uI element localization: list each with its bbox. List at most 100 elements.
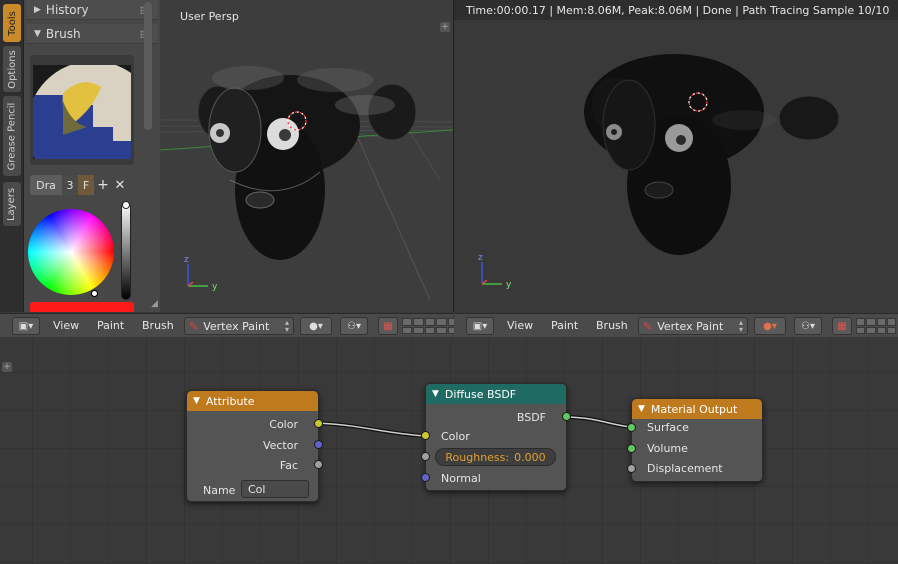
plus-icon[interactable]: +: [94, 175, 112, 195]
value-slider[interactable]: [121, 202, 131, 300]
menu-paint[interactable]: Paint: [551, 319, 578, 332]
svg-text:y: y: [506, 280, 512, 290]
attribute-name-field[interactable]: Col: [241, 480, 309, 498]
tab-tools[interactable]: Tools: [3, 4, 21, 42]
color-wheel-cursor[interactable]: [91, 290, 98, 297]
brush-label: Brush: [45, 26, 81, 41]
socket-vector-output[interactable]: [314, 440, 323, 449]
menu-brush[interactable]: Brush: [142, 319, 174, 332]
viewport-header-left: ▣▾ View Paint Brush ✎ Vertex Paint ▴ ▾ ●▾…: [0, 313, 458, 337]
pivot-icon: ⚇▾: [347, 320, 361, 332]
socket-displacement-input[interactable]: [627, 464, 636, 473]
menu-view[interactable]: View: [53, 319, 79, 332]
cube-icon: ▣▾: [472, 320, 488, 332]
diffuse-node-header[interactable]: ▼ Diffuse BSDF: [426, 384, 566, 404]
svg-text:z: z: [184, 255, 189, 265]
viewport-header-right: ▣▾ View Paint Brush ✎ Vertex Paint ▴ ▾ ●▾…: [454, 313, 898, 337]
viewport-3d-rendered[interactable]: z y Time:00:00.17 | Mem:8.06M, Peak:8.06…: [454, 0, 898, 312]
brush-users-count[interactable]: 3: [62, 175, 78, 195]
brush-panel-header[interactable]: ▼ Brush: [26, 24, 158, 44]
collapse-arrow-icon[interactable]: ▼: [638, 404, 645, 414]
input-color-label: Color: [441, 430, 470, 443]
socket-surface-input[interactable]: [627, 423, 636, 432]
tab-grease-pencil[interactable]: Grease Pencil: [3, 96, 21, 176]
output-node-title: Material Output: [650, 402, 738, 416]
area-split-icon[interactable]: +: [440, 22, 450, 32]
value-slider-knob[interactable]: [122, 201, 130, 209]
svg-text:z: z: [478, 253, 483, 263]
tool-panel: ▶ History ▼ Brush Dra 3 F + ✕ ◢: [24, 0, 160, 312]
history-label: History: [45, 2, 89, 17]
menu-view[interactable]: View: [507, 319, 533, 332]
checker-icon: ▦: [383, 320, 393, 332]
link-color[interactable]: [317, 422, 426, 437]
render-scene: z y: [478, 54, 840, 290]
mode-dropdown[interactable]: ✎ Vertex Paint ▴ ▾: [638, 317, 748, 335]
sphere-icon: ●▾: [309, 320, 323, 332]
x-icon[interactable]: ✕: [112, 175, 128, 195]
editor-type-button[interactable]: ▣▾: [12, 317, 40, 335]
collapse-arrow-icon[interactable]: ▼: [193, 396, 200, 406]
socket-fac-output[interactable]: [314, 460, 323, 469]
dropdown-arrows-icon: ▴ ▾: [284, 318, 289, 334]
history-panel-header[interactable]: ▶ History: [26, 0, 158, 20]
output-bsdf-label: BSDF: [516, 411, 546, 424]
name-label: Name: [203, 484, 236, 497]
rendered-sphere-icon: ●▾: [763, 320, 777, 332]
diffuse-node-title: Diffuse BSDF: [444, 387, 517, 401]
output-node-header[interactable]: ▼ Material Output: [632, 399, 762, 419]
viewport-shading-button[interactable]: ●▾: [754, 317, 786, 335]
tab-layers[interactable]: Layers: [3, 182, 21, 226]
menu-brush[interactable]: Brush: [596, 319, 628, 332]
attribute-node-title: Attribute: [205, 394, 255, 408]
menu-paint[interactable]: Paint: [97, 319, 124, 332]
axis-gizmo-icon: z y: [478, 253, 512, 290]
socket-normal-input[interactable]: [421, 473, 430, 482]
viewport-shading-button[interactable]: ●▾: [300, 317, 332, 335]
pivot-point-button[interactable]: ⚇▾: [340, 317, 368, 335]
mask-toggle-button[interactable]: ▦: [378, 317, 398, 335]
panel-resize-handle-icon[interactable]: ◢: [151, 299, 159, 309]
output-color-label: Color: [269, 418, 298, 431]
checker-icon: ▦: [837, 320, 847, 332]
color-wheel[interactable]: [28, 209, 114, 295]
mask-toggle-button[interactable]: ▦: [832, 317, 852, 335]
layer-buttons[interactable]: [856, 318, 896, 334]
blender-window: { "sidebar_tabs": ["Tools", "Options", "…: [0, 0, 898, 564]
socket-volume-input[interactable]: [627, 444, 636, 453]
material-output-node[interactable]: ▼ Material Output Surface Volume Displac…: [627, 398, 763, 482]
socket-bsdf-output[interactable]: [562, 412, 571, 421]
brush-name-field[interactable]: Dra: [30, 175, 62, 195]
tab-options[interactable]: Options: [3, 46, 21, 92]
mode-dropdown[interactable]: ✎ Vertex Paint ▴ ▾: [184, 317, 294, 335]
fake-user-toggle[interactable]: F: [78, 175, 94, 195]
roughness-field[interactable]: Roughness: 0.000: [435, 448, 556, 466]
layer-buttons[interactable]: [402, 318, 458, 334]
socket-color-output[interactable]: [314, 419, 323, 428]
viewport-scene: z y: [160, 66, 453, 301]
input-displacement-label: Displacement: [647, 462, 723, 475]
collapse-arrow-icon[interactable]: ▼: [432, 389, 439, 399]
render-status-text: Time:00:00.17 | Mem:8.06M, Peak:8.06M | …: [466, 4, 890, 17]
svg-text:y: y: [212, 282, 218, 292]
socket-roughness-input[interactable]: [421, 452, 430, 461]
node-editor[interactable]: + ▼ Attribute Color Vector Fac Name Col …: [0, 338, 898, 564]
brush-preview-image: [33, 65, 131, 159]
roughness-label: Roughness:: [445, 450, 510, 464]
attribute-node[interactable]: ▼ Attribute Color Vector Fac Name Col: [186, 390, 323, 502]
socket-color-input[interactable]: [421, 431, 430, 440]
collapsed-arrow-icon: ▶: [34, 4, 41, 15]
panel-scrollbar[interactable]: [144, 2, 152, 130]
dropdown-arrows-icon: ▴ ▾: [738, 318, 743, 334]
roughness-value: 0.000: [514, 450, 546, 464]
pivot-point-button[interactable]: ⚇▾: [794, 317, 822, 335]
expanded-arrow-icon: ▼: [34, 28, 41, 39]
monkey-mesh: [197, 66, 417, 260]
current-color-swatch[interactable]: [30, 302, 134, 312]
viewport-3d-solid[interactable]: z y User Persp +: [160, 0, 453, 312]
attribute-node-header[interactable]: ▼ Attribute: [187, 391, 318, 411]
editor-type-button[interactable]: ▣▾: [466, 317, 494, 335]
diffuse-bsdf-node[interactable]: ▼ Diffuse BSDF BSDF Color Roughness: 0.0…: [421, 383, 571, 491]
brush-preview-thumbnail[interactable]: [30, 55, 134, 165]
brush-datablock-row: Dra 3 F + ✕: [30, 175, 134, 195]
